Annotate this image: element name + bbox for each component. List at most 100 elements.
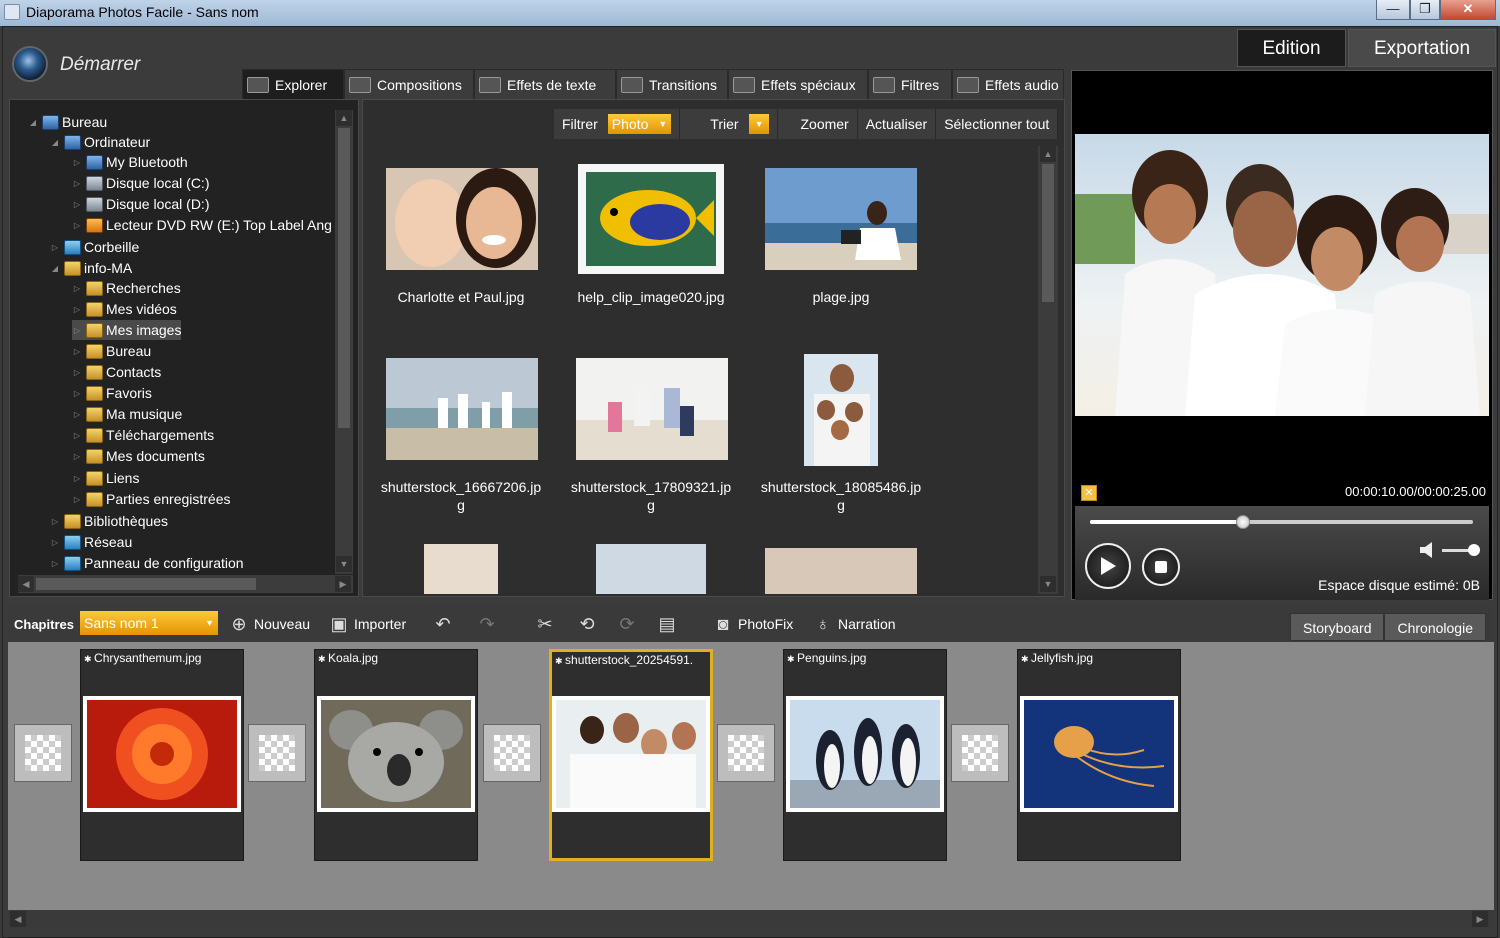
tree-item[interactable]: ▷ Bibliothèques xyxy=(50,511,168,531)
file-name-label[interactable]: plage.jpg xyxy=(750,288,932,306)
chapter-dropdown[interactable]: Sans nom 1 ▼ xyxy=(80,611,218,635)
import-button[interactable]: ▣ Importer xyxy=(328,612,406,636)
playback-slider-handle[interactable] xyxy=(1236,515,1250,529)
tree-expander-icon[interactable]: ◢ xyxy=(50,138,60,147)
tree-vertical-scrollbar[interactable]: ▲ ▼ xyxy=(335,110,353,574)
tree-expander-icon[interactable]: ▷ xyxy=(72,326,82,335)
start-label[interactable]: Démarrer xyxy=(60,54,140,76)
refresh-button[interactable]: Actualiser xyxy=(857,109,937,139)
maximize-button[interactable]: ❐ xyxy=(1410,0,1440,20)
tree-item[interactable]: ▷ Mes vidéos xyxy=(72,299,177,319)
tab-effets-audio[interactable]: Effets audio xyxy=(952,69,1064,99)
rotate-right-button[interactable]: ⟳ xyxy=(616,612,642,636)
tree-expander-icon[interactable]: ▷ xyxy=(72,200,82,209)
tree-horizontal-scrollbar[interactable]: ◀ ▶ xyxy=(18,575,353,593)
tree-item[interactable]: ▷ Parties enregistrées xyxy=(72,489,231,509)
transition-slot[interactable] xyxy=(14,724,72,782)
tab-edition[interactable]: Edition xyxy=(1237,29,1346,67)
tree-item[interactable]: ◢ Ordinateur xyxy=(50,132,150,152)
tree-item[interactable]: ▷ Lecteur DVD RW (E:) Top Label Ang xyxy=(72,215,332,235)
file-name-label[interactable]: shutterstock_16667206.jp g xyxy=(370,478,552,514)
tree-expander-icon[interactable]: ▷ xyxy=(72,474,82,483)
tree-expander-icon[interactable]: ▷ xyxy=(50,243,60,252)
storyboard-slide[interactable]: ✱ shutterstock_20254591. xyxy=(549,649,713,861)
tab-exportation[interactable]: Exportation xyxy=(1348,29,1496,67)
image-mode-icon[interactable]: ✕ xyxy=(1081,485,1097,501)
volume-slider-handle[interactable] xyxy=(1468,544,1480,556)
undo-button[interactable]: ↶ xyxy=(432,612,458,636)
tree-item[interactable]: ◢ Bureau xyxy=(28,112,107,132)
scroll-left-icon[interactable]: ◀ xyxy=(10,911,26,927)
narration-button[interactable]: ♁ Narration xyxy=(812,612,895,636)
tree-item[interactable]: ◢ info-MA xyxy=(50,258,132,278)
tab-storyboard[interactable]: Storyboard xyxy=(1290,613,1385,641)
tree-item[interactable]: ▷ Liens xyxy=(72,468,140,488)
redo-button[interactable]: ↷ xyxy=(476,612,502,636)
browser-scroll-thumb[interactable] xyxy=(1042,164,1054,302)
storyboard-slide[interactable]: ✱ Chrysanthemum.jpg xyxy=(80,649,244,861)
tree-expander-icon[interactable]: ▷ xyxy=(72,221,82,230)
file-thumbnail[interactable] xyxy=(578,164,724,274)
scroll-left-icon[interactable]: ◀ xyxy=(18,576,34,592)
file-thumbnail[interactable] xyxy=(804,354,878,466)
file-name-label[interactable]: shutterstock_18085486.jp g xyxy=(750,478,932,514)
tab-transitions[interactable]: Transitions xyxy=(616,69,728,99)
tree-item[interactable]: ▷ Réseau xyxy=(50,532,132,552)
tree-item[interactable]: ▷ Corbeille xyxy=(50,237,139,257)
transition-slot[interactable] xyxy=(248,724,306,782)
tree-expander-icon[interactable]: ◢ xyxy=(50,264,60,273)
tree-item[interactable]: ▷ Disque local (D:) xyxy=(72,194,210,214)
tree-item[interactable]: ▷ Favoris xyxy=(72,383,152,403)
cut-button[interactable]: ✂ xyxy=(534,612,560,636)
tree-expander-icon[interactable]: ◢ xyxy=(28,118,38,127)
file-thumbnail[interactable] xyxy=(765,168,917,270)
sort-control[interactable]: Trier ▼ xyxy=(680,109,779,139)
tab-explorer[interactable]: Explorer xyxy=(242,69,344,99)
tree-expander-icon[interactable]: ▷ xyxy=(50,559,60,568)
file-thumbnail[interactable] xyxy=(386,168,538,270)
tree-item[interactable]: ▷ Téléchargements xyxy=(72,425,214,445)
stop-button[interactable] xyxy=(1142,548,1180,586)
select-all-button[interactable]: Sélectionner tout xyxy=(936,109,1059,139)
file-thumbnail[interactable] xyxy=(386,358,538,460)
tree-item[interactable]: ▷ Mes documents xyxy=(72,446,205,466)
file-thumbnail[interactable] xyxy=(596,544,706,594)
tree-item[interactable]: ▷ Panneau de configuration xyxy=(50,553,244,573)
filter-control[interactable]: Filtrer Photo ▼ xyxy=(554,109,681,139)
tree-item[interactable]: ▷ Mes images xyxy=(72,320,182,340)
tree-hscroll-thumb[interactable] xyxy=(36,578,256,590)
browser-vertical-scrollbar[interactable]: ▲ ▼ xyxy=(1038,146,1058,594)
tab-chronologie[interactable]: Chronologie xyxy=(1384,613,1486,641)
tree-item[interactable]: ▷ My Bluetooth xyxy=(72,152,188,172)
filter-dropdown[interactable]: Photo ▼ xyxy=(607,114,672,134)
file-name-label[interactable]: Charlotte et Paul.jpg xyxy=(370,288,552,306)
tree-expander-icon[interactable]: ▷ xyxy=(50,538,60,547)
image-settings-button[interactable]: ▤ xyxy=(656,612,682,636)
tree-expander-icon[interactable]: ▷ xyxy=(72,389,82,398)
tree-item[interactable]: ▷ Contacts xyxy=(72,362,161,382)
scroll-down-icon[interactable]: ▼ xyxy=(336,556,352,572)
file-thumbnail[interactable] xyxy=(765,548,917,594)
tab-compositions[interactable]: Compositions xyxy=(344,69,474,99)
file-name-label[interactable]: help_clip_image020.jpg xyxy=(560,288,742,306)
tree-expander-icon[interactable]: ▷ xyxy=(72,410,82,419)
zoom-button[interactable]: Zoomer xyxy=(778,109,858,139)
tree-expander-icon[interactable]: ▷ xyxy=(72,452,82,461)
start-orb-icon[interactable] xyxy=(12,46,48,82)
transition-slot[interactable] xyxy=(717,724,775,782)
scroll-up-icon[interactable]: ▲ xyxy=(336,110,352,126)
tree-expander-icon[interactable]: ▷ xyxy=(72,347,82,356)
tree-item[interactable]: ▷ Bureau xyxy=(72,341,151,361)
sort-dropdown[interactable]: ▼ xyxy=(748,114,770,134)
storyboard-slide[interactable]: ✱ Koala.jpg xyxy=(314,649,478,861)
play-button[interactable] xyxy=(1085,543,1131,589)
tree-expander-icon[interactable]: ▷ xyxy=(72,431,82,440)
tab-effets-sp-ciaux[interactable]: Effets spéciaux xyxy=(728,69,868,99)
storyboard-slide[interactable]: ✱ Jellyfish.jpg xyxy=(1017,649,1181,861)
file-name-label[interactable]: shutterstock_17809321.jp g xyxy=(560,478,742,514)
transition-slot[interactable] xyxy=(483,724,541,782)
tree-expander-icon[interactable]: ▷ xyxy=(50,517,60,526)
tab-filtres[interactable]: Filtres xyxy=(868,69,952,99)
tree-scroll-thumb[interactable] xyxy=(338,128,350,428)
tree-expander-icon[interactable]: ▷ xyxy=(72,179,82,188)
